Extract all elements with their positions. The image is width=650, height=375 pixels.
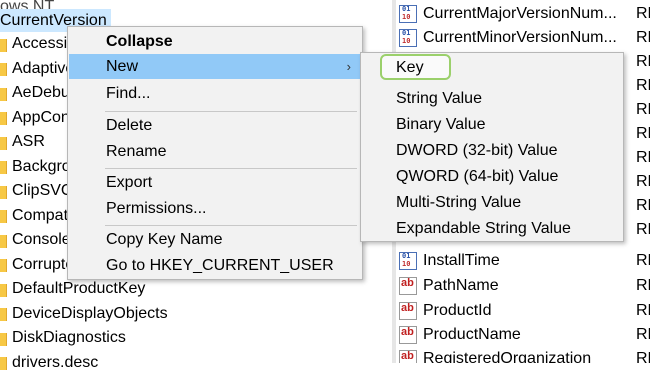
menu-item-export[interactable]: Export xyxy=(69,170,361,195)
submenu-item-multi-string-value[interactable]: Multi-String Value xyxy=(362,190,622,216)
binary-value-icon xyxy=(399,29,417,47)
menu-separator xyxy=(105,111,357,112)
menu-item-delete[interactable]: Delete xyxy=(69,113,361,138)
folder-icon xyxy=(0,158,12,175)
folder-icon xyxy=(0,60,12,77)
value-row[interactable]: CurrentMinorVersionNum...RE xyxy=(396,26,650,50)
folder-icon xyxy=(0,305,12,322)
context-menu: Collapse New› Find... Delete Rename Expo… xyxy=(67,26,363,280)
folder-icon xyxy=(0,85,12,102)
tree-item[interactable]: DefaultProductKey xyxy=(0,277,168,302)
string-value-icon xyxy=(399,277,417,295)
menu-item-goto-hkcu[interactable]: Go to HKEY_CURRENT_USER xyxy=(69,253,361,278)
folder-icon xyxy=(0,256,12,273)
folder-icon xyxy=(0,36,12,53)
menu-item-new[interactable]: New› xyxy=(69,54,361,79)
binary-value-icon xyxy=(399,5,417,23)
menu-separator xyxy=(105,225,357,226)
value-row[interactable]: PathNameRE xyxy=(396,274,650,298)
value-row[interactable]: CurrentMajorVersionNum...RE xyxy=(396,2,650,26)
value-row[interactable]: InstallTimeRE xyxy=(396,249,650,273)
string-value-icon xyxy=(399,326,417,344)
submenu-item-expandable-string-value[interactable]: Expandable String Value xyxy=(362,216,622,242)
string-value-icon xyxy=(399,302,417,320)
submenu-item-dword-value[interactable]: DWORD (32-bit) Value xyxy=(362,138,622,164)
menu-item-find[interactable]: Find... xyxy=(69,81,361,106)
folder-icon xyxy=(0,134,12,151)
submenu-item-string-value[interactable]: String Value xyxy=(362,86,622,112)
menu-item-rename[interactable]: Rename xyxy=(69,139,361,164)
string-value-icon xyxy=(399,350,417,363)
menu-item-copy-key-name[interactable]: Copy Key Name xyxy=(69,227,361,252)
value-row[interactable]: RegisteredOrganizationRE xyxy=(396,347,650,363)
menu-item-collapse[interactable]: Collapse xyxy=(69,29,361,54)
tree-item[interactable]: DeviceDisplayObjects xyxy=(0,302,168,327)
folder-icon xyxy=(0,207,12,224)
tree-item[interactable]: DiskDiagnostics xyxy=(0,326,168,351)
binary-value-icon xyxy=(399,252,417,270)
submenu-item-key[interactable]: Key xyxy=(362,55,622,81)
new-submenu: Key String Value Binary Value DWORD (32-… xyxy=(360,52,624,242)
folder-icon xyxy=(0,232,12,249)
chevron-right-icon: › xyxy=(347,54,351,79)
menu-separator xyxy=(105,168,357,169)
value-row[interactable]: ProductNameRE xyxy=(396,323,650,347)
menu-item-permissions[interactable]: Permissions... xyxy=(69,196,361,221)
submenu-item-qword-value[interactable]: QWORD (64-bit) Value xyxy=(362,164,622,190)
folder-icon xyxy=(0,281,12,298)
value-row[interactable]: ProductIdRE xyxy=(396,299,650,323)
folder-icon xyxy=(0,183,12,200)
submenu-item-binary-value[interactable]: Binary Value xyxy=(362,112,622,138)
folder-icon xyxy=(0,109,12,126)
folder-icon xyxy=(0,330,12,347)
